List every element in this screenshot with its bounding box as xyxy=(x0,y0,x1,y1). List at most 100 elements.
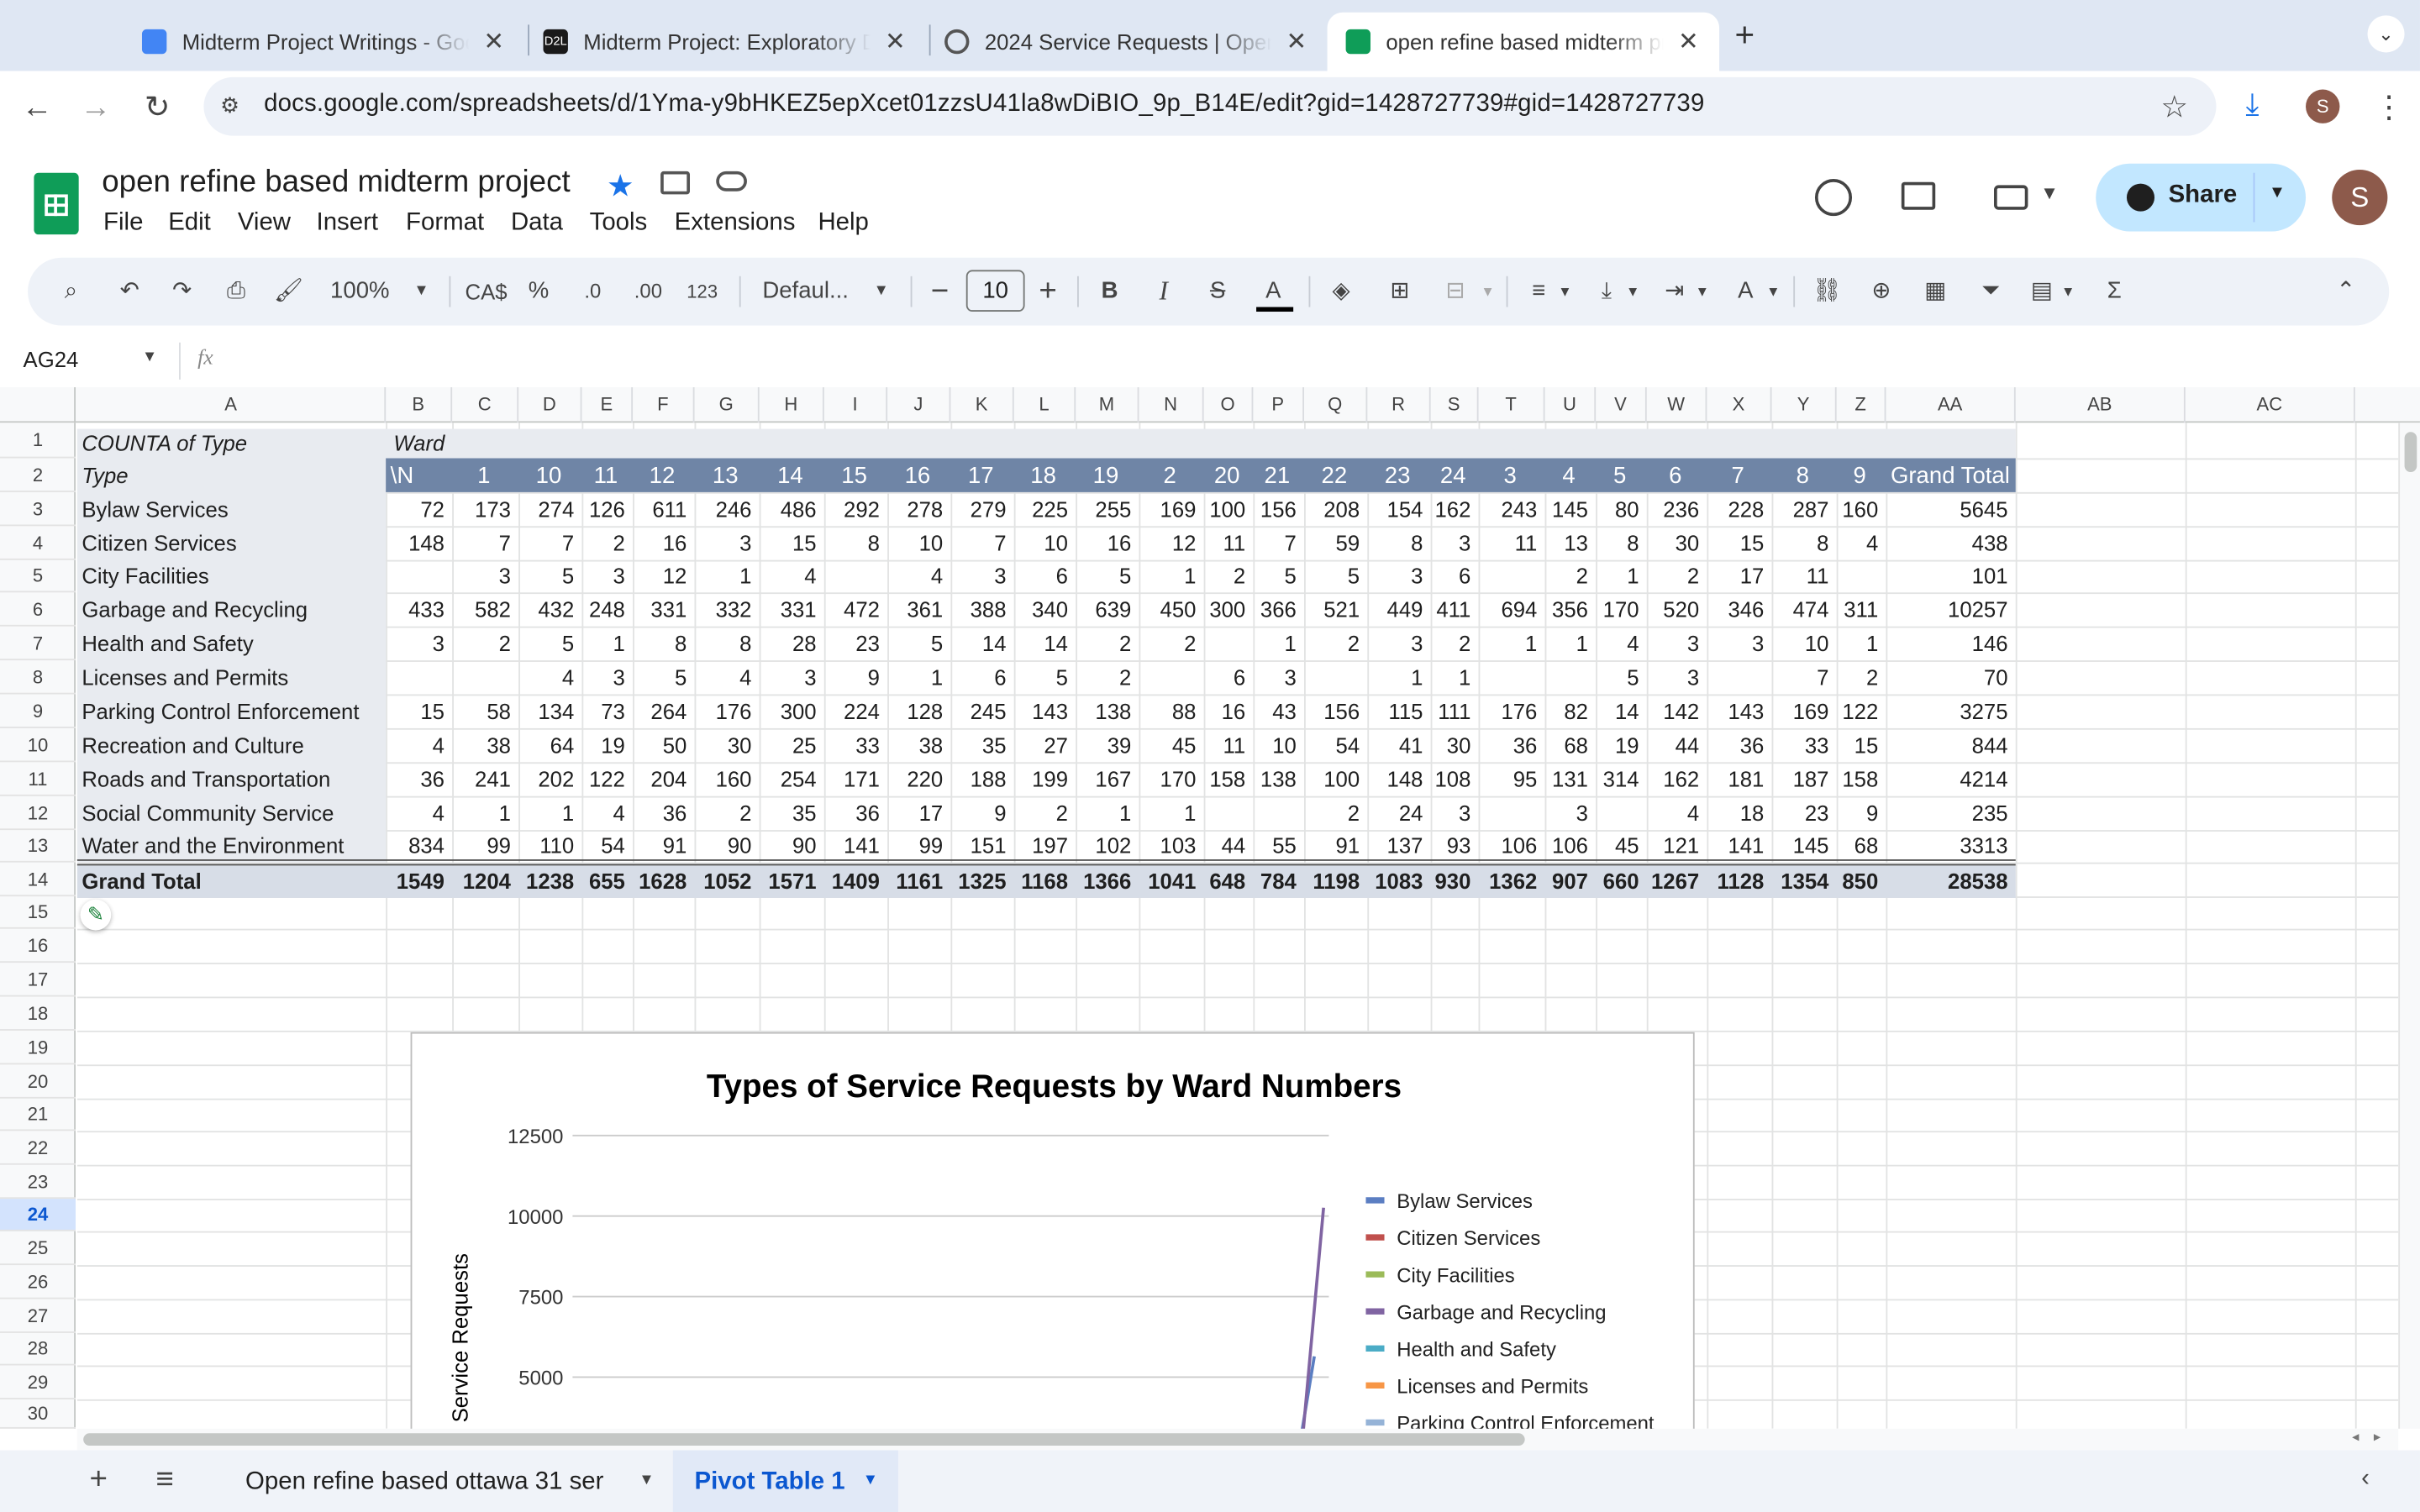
sheet-tab-pivot-table[interactable]: Pivot Table 1 ▼ xyxy=(672,1450,898,1512)
meet-dropdown-icon[interactable]: ▼ xyxy=(2040,182,2059,204)
column-header-aa[interactable]: AA xyxy=(1886,387,2016,423)
column-header-i[interactable]: I xyxy=(824,387,888,423)
column-header-x[interactable]: X xyxy=(1707,387,1772,423)
functions-icon[interactable]: Σ xyxy=(2097,276,2131,307)
line-chart[interactable]: Types of Service Requests by Ward Number… xyxy=(410,1032,1695,1438)
column-header-a[interactable]: A xyxy=(77,387,387,423)
menu-data[interactable]: Data xyxy=(511,210,563,238)
browser-tab-sheets[interactable]: open refine based midterm project ✕ xyxy=(1327,12,1720,71)
font-size-increase-icon[interactable]: + xyxy=(1034,276,1062,307)
zoom-dropdown-icon[interactable]: ▼ xyxy=(411,276,433,307)
star-icon[interactable]: ★ xyxy=(607,166,634,205)
chart-series-line[interactable] xyxy=(587,1356,1316,1438)
filter-views-icon[interactable]: ▤ xyxy=(2025,276,2059,307)
row-header-2[interactable]: 2 xyxy=(0,458,76,492)
valign-dropdown-icon[interactable]: ▼ xyxy=(1623,276,1642,307)
menu-file[interactable]: File xyxy=(103,210,143,238)
column-header-j[interactable]: J xyxy=(887,387,951,423)
row-header-19[interactable]: 19 xyxy=(0,1031,76,1065)
row-header-26[interactable]: 26 xyxy=(0,1265,76,1299)
redo-icon[interactable]: ↷ xyxy=(166,276,197,307)
horizontal-scrollbar[interactable]: ◂ ▸ xyxy=(76,1428,2399,1451)
row-header-16[interactable]: 16 xyxy=(0,929,76,963)
column-header-o[interactable]: O xyxy=(1204,387,1254,423)
fill-color-icon[interactable]: ◈ xyxy=(1324,276,1358,307)
sheets-logo-icon[interactable] xyxy=(34,172,79,235)
all-sheets-menu-icon[interactable]: ≡ xyxy=(156,1462,174,1498)
column-header-h[interactable]: H xyxy=(760,387,824,423)
row-header-14[interactable]: 14 xyxy=(0,863,76,897)
column-header-r[interactable]: R xyxy=(1367,387,1431,423)
strikethrough-icon[interactable]: S xyxy=(1204,276,1232,307)
font-dropdown-icon[interactable]: ▼ xyxy=(871,276,892,307)
merge-dropdown-icon[interactable]: ▼ xyxy=(1479,276,1497,307)
text-wrapping-icon[interactable]: ⇥ xyxy=(1658,276,1691,307)
menu-format[interactable]: Format xyxy=(406,210,484,238)
menu-help[interactable]: Help xyxy=(818,210,868,238)
column-header-d[interactable]: D xyxy=(518,387,582,423)
row-header-1[interactable]: 1 xyxy=(0,423,76,459)
row-header-17[interactable]: 17 xyxy=(0,963,76,997)
menu-edit[interactable]: Edit xyxy=(168,210,211,238)
url-text[interactable]: docs.google.com/spreadsheets/d/1Yma-y9bH… xyxy=(264,91,1704,118)
select-all-corner[interactable] xyxy=(0,387,76,423)
version-history-icon[interactable] xyxy=(1814,179,1853,217)
vertical-align-icon[interactable]: ⤓ xyxy=(1590,276,1623,307)
column-header-k[interactable]: K xyxy=(950,387,1014,423)
row-header-20[interactable]: 20 xyxy=(0,1064,76,1099)
row-header-12[interactable]: 12 xyxy=(0,796,76,831)
browser-tab-open-ottawa[interactable]: 2024 Service Requests | Open Ottawa ✕ xyxy=(926,13,1328,71)
row-header-11[interactable]: 11 xyxy=(0,762,76,796)
align-dropdown-icon[interactable]: ▼ xyxy=(1555,276,1574,307)
side-panel-chevron-icon[interactable]: ‹ xyxy=(2361,1466,2370,1494)
row-header-8[interactable]: 8 xyxy=(0,660,76,695)
name-box-dropdown-icon[interactable]: ▼ xyxy=(142,349,157,365)
more-formats-button[interactable]: 123 xyxy=(684,276,721,307)
share-dropdown-icon[interactable]: ▼ xyxy=(2269,184,2286,202)
bookmark-star-icon[interactable]: ☆ xyxy=(2160,88,2188,127)
column-header-b[interactable]: B xyxy=(386,387,453,423)
column-header-q[interactable]: Q xyxy=(1304,387,1368,423)
print-icon[interactable]: ⎙ xyxy=(221,276,252,307)
undo-icon[interactable]: ↶ xyxy=(114,276,145,307)
column-header-t[interactable]: T xyxy=(1479,387,1545,423)
move-folder-icon[interactable] xyxy=(660,171,691,195)
column-header-z[interactable]: Z xyxy=(1837,387,1886,423)
close-icon[interactable]: ✕ xyxy=(883,26,908,57)
wrap-dropdown-icon[interactable]: ▼ xyxy=(1693,276,1712,307)
account-avatar[interactable]: S xyxy=(2332,170,2388,226)
italic-button[interactable]: I xyxy=(1150,276,1177,307)
comments-icon[interactable] xyxy=(1901,181,1936,210)
merge-cells-icon[interactable]: ⊟ xyxy=(1439,276,1472,307)
increase-decimal-button[interactable]: .00 xyxy=(629,276,669,307)
column-header-v[interactable]: V xyxy=(1596,387,1647,423)
column-header-f[interactable]: F xyxy=(633,387,695,423)
document-title[interactable]: open refine based midterm project xyxy=(102,165,570,201)
column-header-w[interactable]: W xyxy=(1647,387,1707,423)
column-header-y[interactable]: Y xyxy=(1772,387,1837,423)
currency-format-button[interactable]: CA$ xyxy=(463,276,509,307)
reload-icon[interactable]: ↻ xyxy=(139,90,176,127)
download-icon[interactable]: ⤓ xyxy=(2245,88,2259,123)
share-button[interactable]: Share ▼ xyxy=(2096,163,2307,232)
insert-link-icon[interactable]: ⛓ xyxy=(1810,276,1844,307)
row-header-24[interactable]: 24 xyxy=(0,1199,76,1231)
horizontal-scroll-thumb[interactable] xyxy=(83,1433,1525,1446)
sheet-tab-open-refine[interactable]: Open refine based ottawa 31 ser ▼ xyxy=(225,1453,673,1512)
new-tab-plus-icon[interactable]: + xyxy=(1734,15,1754,55)
close-icon[interactable]: ✕ xyxy=(481,26,506,57)
row-header-3[interactable]: 3 xyxy=(0,492,76,527)
percent-format-button[interactable]: % xyxy=(524,276,552,307)
close-icon[interactable]: ✕ xyxy=(1676,26,1701,57)
row-header-22[interactable]: 22 xyxy=(0,1131,76,1165)
column-header-c[interactable]: C xyxy=(452,387,519,423)
row-header-28[interactable]: 28 xyxy=(0,1333,76,1366)
insert-comment-icon[interactable]: ⊕ xyxy=(1865,276,1898,307)
row-header-13[interactable]: 13 xyxy=(0,830,76,863)
column-header-s[interactable]: S xyxy=(1431,387,1479,423)
column-header-u[interactable]: U xyxy=(1545,387,1597,423)
horizontal-align-icon[interactable]: ≡ xyxy=(1522,276,1555,307)
decrease-decimal-button[interactable]: .0 xyxy=(574,276,611,307)
row-header-5[interactable]: 5 xyxy=(0,560,76,593)
scroll-left-arrow-icon[interactable]: ◂ xyxy=(2352,1429,2359,1446)
